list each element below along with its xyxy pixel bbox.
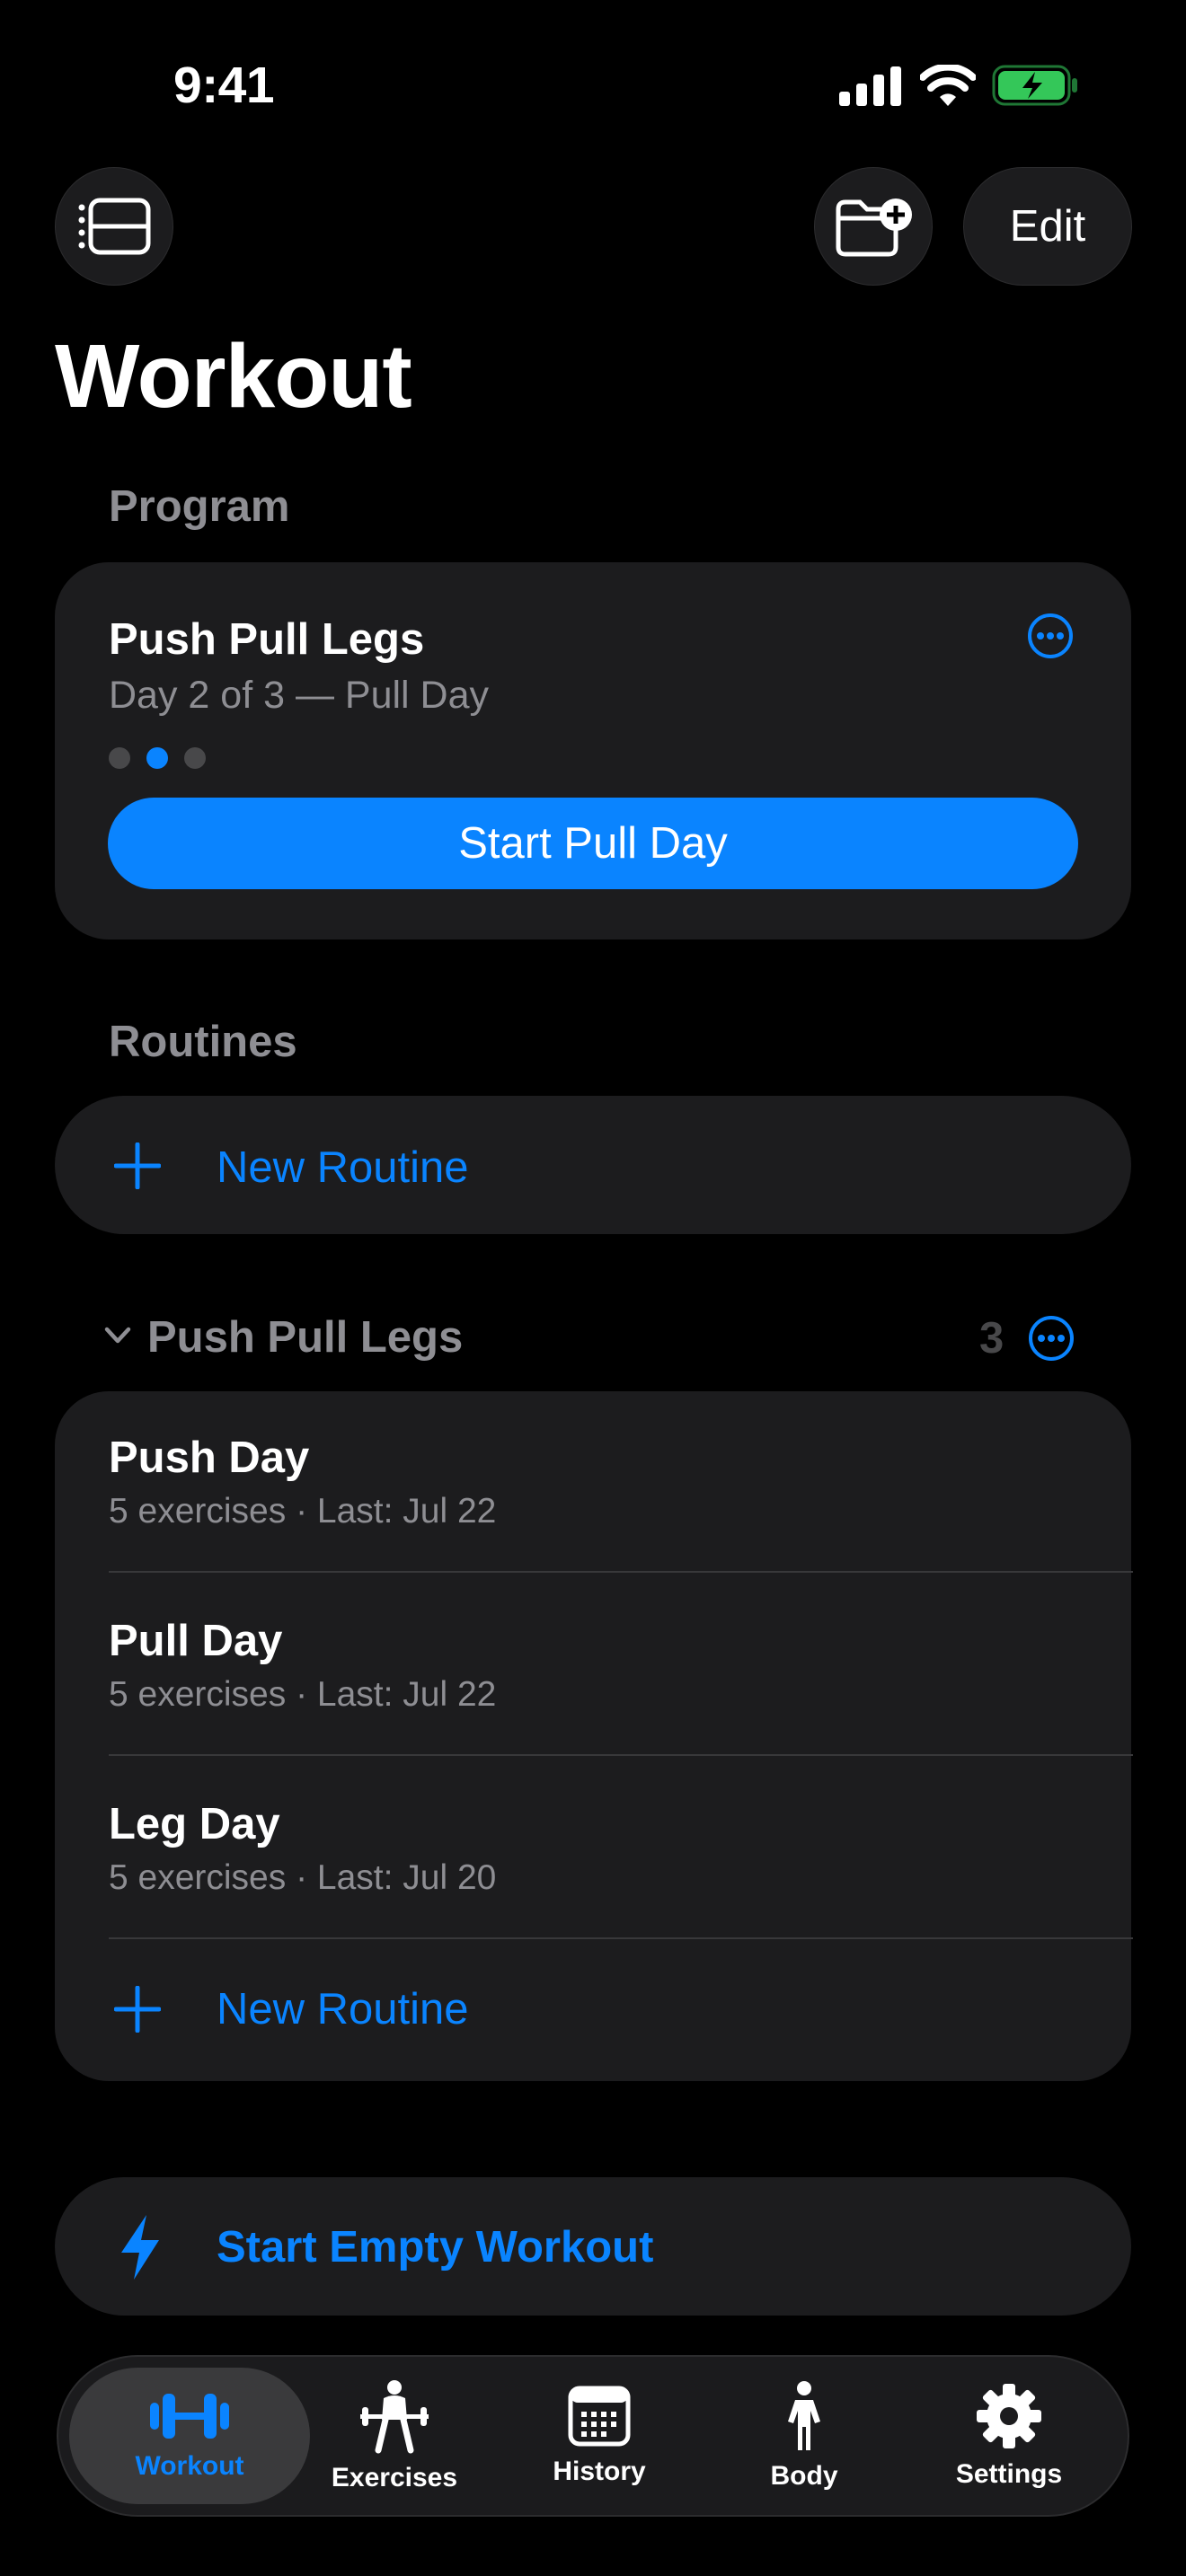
tab-history[interactable]: History (491, 2357, 707, 2515)
wifi-icon (920, 65, 976, 106)
tab-bar: Workout Exercises History Body Settings (57, 2355, 1129, 2517)
cellular-signal-icon (839, 66, 901, 106)
program-day-dot-current (146, 747, 168, 769)
new-routine-button[interactable]: New Routine (55, 1096, 1131, 1234)
new-routine-label: New Routine (217, 1985, 469, 2033)
routine-subtitle: 5 exercises · Last: Jul 22 (109, 1675, 497, 1714)
new-routine-label: New Routine (217, 1143, 469, 1192)
routine-row-push-day[interactable]: Push Day 5 exercises · Last: Jul 22 (55, 1391, 1131, 1571)
routine-row-pull-day[interactable]: Pull Day 5 exercises · Last: Jul 22 (55, 1573, 1131, 1754)
calendar-icon (568, 2386, 631, 2447)
folder-count: 3 (979, 1314, 1005, 1363)
routine-subtitle: 5 exercises · Last: Jul 22 (109, 1492, 497, 1531)
chevron-down-icon[interactable] (104, 1326, 131, 1345)
tab-label: History (553, 2457, 646, 2486)
program-day-dot (184, 747, 206, 769)
routines-section-label: Routines (109, 1018, 297, 1066)
new-folder-button[interactable] (814, 167, 933, 286)
program-name: Push Pull Legs (109, 615, 425, 664)
program-section-label: Program (109, 482, 290, 531)
folder-new-routine-button[interactable]: New Routine (55, 1939, 1131, 2081)
more-options-icon[interactable] (1027, 613, 1074, 659)
page-title: Workout (55, 326, 412, 427)
routine-subtitle: 5 exercises · Last: Jul 20 (109, 1858, 497, 1897)
sidebar-toggle-button[interactable] (55, 167, 173, 286)
gear-icon (977, 2384, 1041, 2448)
routines-list: Push Day 5 exercises · Last: Jul 22 Pull… (55, 1391, 1133, 2081)
folder-more-icon[interactable] (1028, 1315, 1075, 1362)
tab-body[interactable]: Body (696, 2357, 912, 2515)
edit-button[interactable]: Edit (963, 167, 1132, 286)
plus-icon (114, 1986, 161, 2033)
tab-label: Body (770, 2461, 838, 2491)
start-empty-workout-label: Start Empty Workout (217, 2223, 654, 2272)
start-empty-workout-button[interactable]: Start Empty Workout (55, 2177, 1131, 2316)
folder-plus-icon (836, 198, 912, 257)
tab-label: Exercises (331, 2463, 458, 2492)
program-day-dot (109, 747, 130, 769)
routine-row-leg-day[interactable]: Leg Day 5 exercises · Last: Jul 20 (55, 1756, 1131, 1937)
list-icon (78, 198, 151, 255)
start-pull-day-button[interactable]: Start Pull Day (108, 798, 1078, 889)
person-icon (788, 2381, 820, 2450)
tab-workout[interactable]: Workout (82, 2357, 297, 2515)
tab-label: Settings (955, 2459, 1063, 2489)
dumbbell-icon (150, 2394, 229, 2439)
weightlifter-icon (360, 2380, 429, 2454)
tab-exercises[interactable]: Exercises (287, 2357, 502, 2515)
routine-title: Push Day (109, 1434, 310, 1482)
tab-label: Workout (135, 2451, 244, 2481)
plus-icon (114, 1142, 161, 1189)
lightning-icon (121, 2215, 159, 2280)
routine-title: Pull Day (109, 1617, 283, 1665)
program-progress: Day 2 of 3 — Pull Day (109, 674, 490, 717)
tab-settings[interactable]: Settings (901, 2357, 1117, 2515)
folder-name[interactable]: Push Pull Legs (147, 1312, 463, 1363)
status-time: 9:41 (173, 57, 275, 114)
program-card: Push Pull Legs Day 2 of 3 — Pull Day Sta… (55, 562, 1131, 940)
battery-charging-icon (992, 65, 1077, 106)
routine-title: Leg Day (109, 1800, 280, 1848)
